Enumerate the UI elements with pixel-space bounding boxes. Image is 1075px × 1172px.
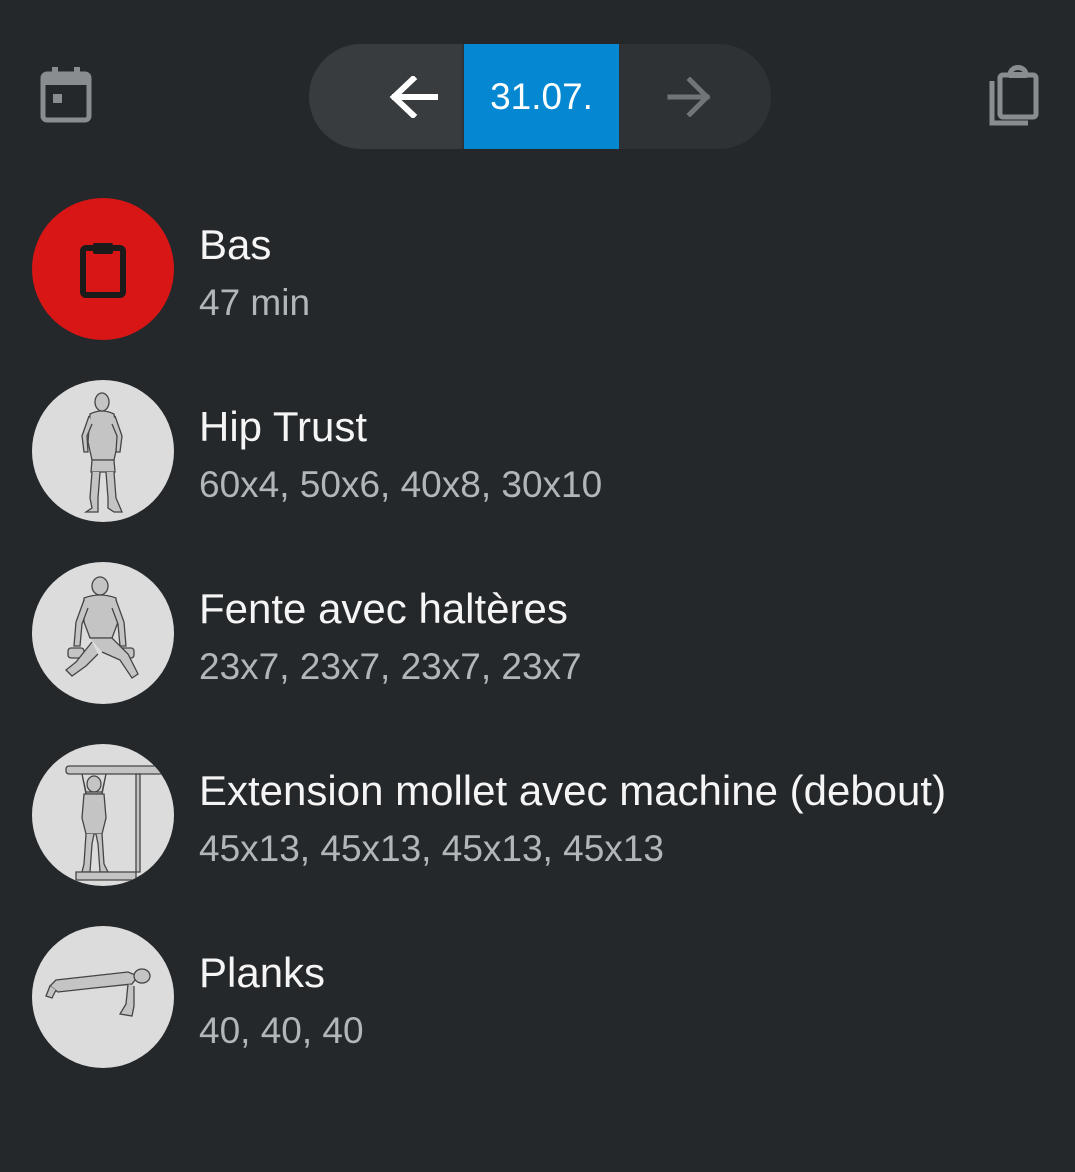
next-day-button[interactable] [619,44,771,149]
exercise-avatar [32,926,174,1068]
arrow-left-icon [389,75,438,118]
exercise-sets: 40, 40, 40 [199,1010,364,1051]
calf-raise-figure-illustration [65,765,169,881]
lunge-figure-illustration [65,576,139,679]
exercise-name: Planks [199,949,326,996]
copy-icon [989,65,1039,126]
exercise-name: Extension mollet avec machine (debout) [199,767,947,814]
exercise-sets: 45x13, 45x13, 45x13, 45x13 [199,828,664,869]
calendar-button[interactable] [26,55,106,135]
exercise-name: Hip Trust [199,403,368,450]
copy-button[interactable] [973,55,1053,135]
workout-summary-row[interactable]: Bas 47 min [0,190,1075,372]
exercise-avatar [32,380,174,522]
exercise-avatar [32,744,174,886]
workout-avatar [32,198,174,340]
workout-title: Bas [199,221,272,268]
exercise-row[interactable]: Planks 40, 40, 40 [0,918,1075,1100]
exercise-row[interactable]: Fente avec haltères 23x7, 23x7, 23x7, 23… [0,554,1075,736]
exercise-row[interactable]: Extension mollet avec machine (debout) 4… [0,736,1075,918]
plank-figure-illustration [45,968,151,1017]
previous-day-button[interactable] [309,44,462,149]
calendar-icon [40,67,92,123]
standing-figure-illustration [81,392,123,513]
exercise-sets: 23x7, 23x7, 23x7, 23x7 [199,646,582,687]
clipboard-icon [80,243,126,298]
exercise-avatar [32,562,174,704]
workout-list: Bas 47 min Hip Trust 60x4, 50x6, 40x8, 3… [0,190,1075,1100]
current-date-label[interactable]: 31.07. [464,44,619,149]
date-navigator: 31.07. [309,44,771,149]
workout-duration: 47 min [199,282,311,323]
exercise-name: Fente avec haltères [199,585,568,632]
exercise-sets: 60x4, 50x6, 40x8, 30x10 [199,464,603,505]
exercise-row[interactable]: Hip Trust 60x4, 50x6, 40x8, 30x10 [0,372,1075,554]
arrow-right-icon [667,76,711,117]
